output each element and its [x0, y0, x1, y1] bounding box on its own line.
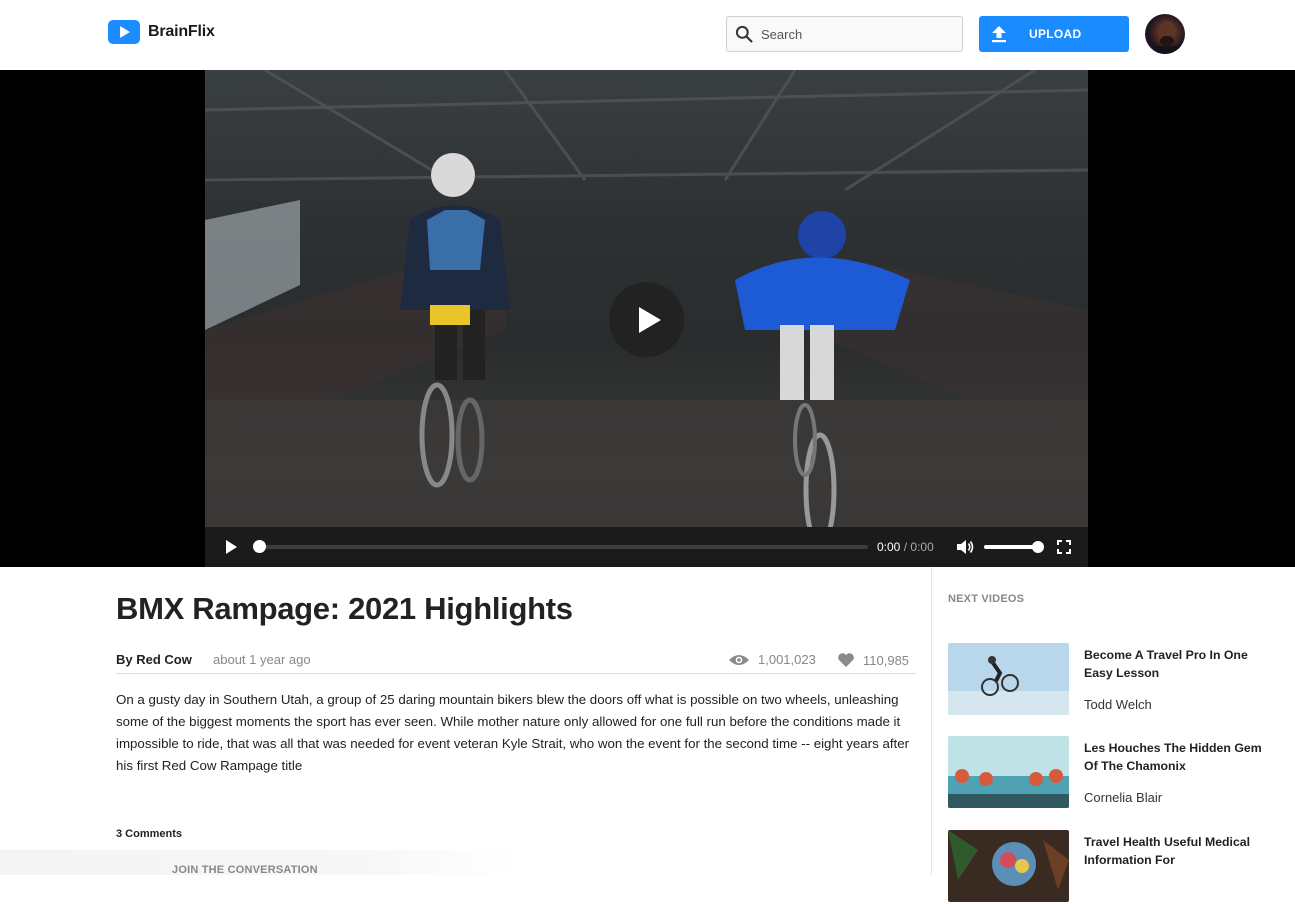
next-video-item[interactable]: Travel Health Useful Medical Information…: [948, 830, 1278, 904]
likes-count: 110,985: [863, 652, 910, 668]
video-title: BMX Rampage: 2021 Highlights: [116, 591, 573, 626]
brand-logo[interactable]: BrainFlix: [108, 20, 215, 44]
video-thumbnail[interactable]: [948, 736, 1069, 808]
next-video-title[interactable]: Les Houches The Hidden Gem Of The Chamon…: [1084, 739, 1274, 775]
views-count: 1,001,023: [758, 652, 816, 667]
play-overlay-button[interactable]: [609, 282, 684, 357]
upload-button[interactable]: UPLOAD: [979, 16, 1129, 52]
volume-thumb[interactable]: [1032, 541, 1044, 553]
upload-label: UPLOAD: [1029, 27, 1082, 41]
join-conversation-section: JOIN THE CONVERSATION: [0, 850, 520, 876]
posted-time: about 1 year ago: [213, 652, 311, 667]
video-meta: By Red Cow about 1 year ago 1,001,023 11…: [116, 652, 916, 674]
fullscreen-icon[interactable]: [1057, 540, 1071, 554]
current-time: 0:00: [877, 540, 901, 554]
seek-bar[interactable]: [253, 540, 868, 553]
next-video-title[interactable]: Become A Travel Pro In One Easy Lesson: [1084, 646, 1274, 682]
play-icon[interactable]: [223, 539, 239, 555]
video-thumbnail[interactable]: [948, 830, 1069, 902]
video-thumbnail[interactable]: [948, 643, 1069, 715]
volume-slider[interactable]: [984, 541, 1044, 553]
next-videos-heading: NEXT VIDEOS: [948, 593, 1025, 605]
views-stat: 1,001,023: [728, 652, 816, 667]
eye-icon: [729, 654, 749, 665]
search-box[interactable]: [726, 16, 963, 52]
channel-byline[interactable]: By Red Cow: [116, 652, 192, 667]
seek-thumb[interactable]: [253, 540, 266, 553]
comments-count: 3 Comments: [116, 828, 183, 840]
next-video-author: Todd Welch: [1084, 697, 1152, 712]
video-poster[interactable]: [205, 70, 1088, 567]
heart-icon[interactable]: [837, 652, 855, 668]
join-conversation-label: JOIN THE CONVERSATION: [172, 864, 318, 876]
player-controls: 0:00 / 0:00: [205, 527, 1088, 567]
likes-stat: 110,985: [837, 652, 909, 668]
volume-icon[interactable]: [956, 539, 974, 555]
sidebar-divider: [931, 567, 932, 875]
time-separator: /: [903, 540, 908, 554]
next-video-item[interactable]: Become A Travel Pro In One Easy Lesson T…: [948, 643, 1278, 717]
next-video-item[interactable]: Les Houches The Hidden Gem Of The Chamon…: [948, 736, 1278, 810]
next-video-author: Cornelia Blair: [1084, 790, 1163, 805]
avatar[interactable]: [1145, 14, 1185, 54]
top-nav: BrainFlix UPLOAD: [0, 0, 1295, 70]
brand-name: BrainFlix: [148, 23, 215, 40]
next-video-title[interactable]: Travel Health Useful Medical Information…: [1084, 833, 1274, 869]
play-logo-icon: [108, 20, 140, 44]
search-icon: [727, 17, 761, 51]
time-display: 0:00 / 0:00: [877, 540, 934, 554]
upload-icon: [979, 25, 1019, 43]
video-description: On a gusty day in Southern Utah, a group…: [116, 692, 910, 773]
search-input[interactable]: [761, 26, 951, 42]
duration: 0:00: [910, 540, 934, 554]
